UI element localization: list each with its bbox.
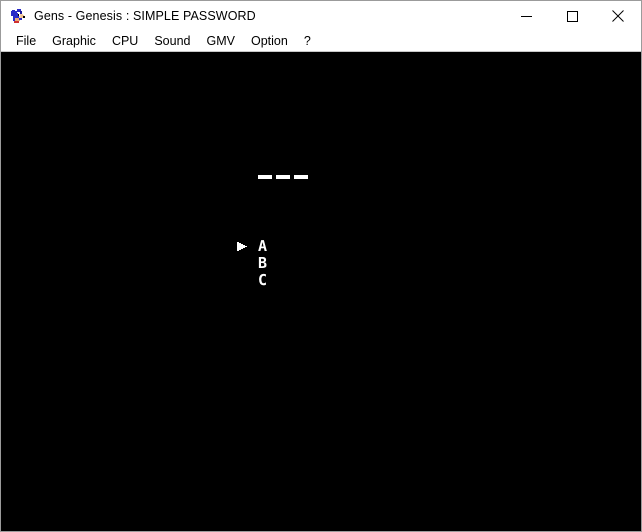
application-window: Gens - Genesis : SIMPLE PASSWORD File Gr… bbox=[0, 0, 642, 532]
menu-item-cpu[interactable]: CPU bbox=[104, 31, 146, 51]
menu-item-help[interactable]: ? bbox=[296, 31, 319, 51]
close-button[interactable] bbox=[595, 1, 641, 31]
password-blank-3 bbox=[294, 175, 308, 179]
menu-item-file[interactable]: File bbox=[8, 31, 44, 51]
title-bar[interactable]: Gens - Genesis : SIMPLE PASSWORD bbox=[1, 1, 641, 31]
letter-option-c[interactable]: C bbox=[258, 273, 272, 291]
menu-item-option[interactable]: Option bbox=[243, 31, 296, 51]
password-blanks bbox=[258, 175, 308, 179]
maximize-button[interactable] bbox=[549, 1, 595, 31]
minimize-button[interactable] bbox=[503, 1, 549, 31]
window-controls bbox=[503, 1, 641, 31]
right-arrow-cursor bbox=[237, 241, 248, 252]
password-blank-1 bbox=[258, 175, 272, 179]
window-title: Gens - Genesis : SIMPLE PASSWORD bbox=[34, 9, 256, 23]
emulator-viewport[interactable]: A B C bbox=[1, 52, 641, 531]
menu-item-sound[interactable]: Sound bbox=[146, 31, 198, 51]
menu-item-graphic[interactable]: Graphic bbox=[44, 31, 104, 51]
sonic-app-icon bbox=[10, 8, 26, 24]
menu-bar: File Graphic CPU Sound GMV Option ? bbox=[1, 31, 641, 52]
menu-item-gmv[interactable]: GMV bbox=[199, 31, 243, 51]
password-blank-2 bbox=[276, 175, 290, 179]
letter-menu: A B C bbox=[258, 239, 272, 291]
